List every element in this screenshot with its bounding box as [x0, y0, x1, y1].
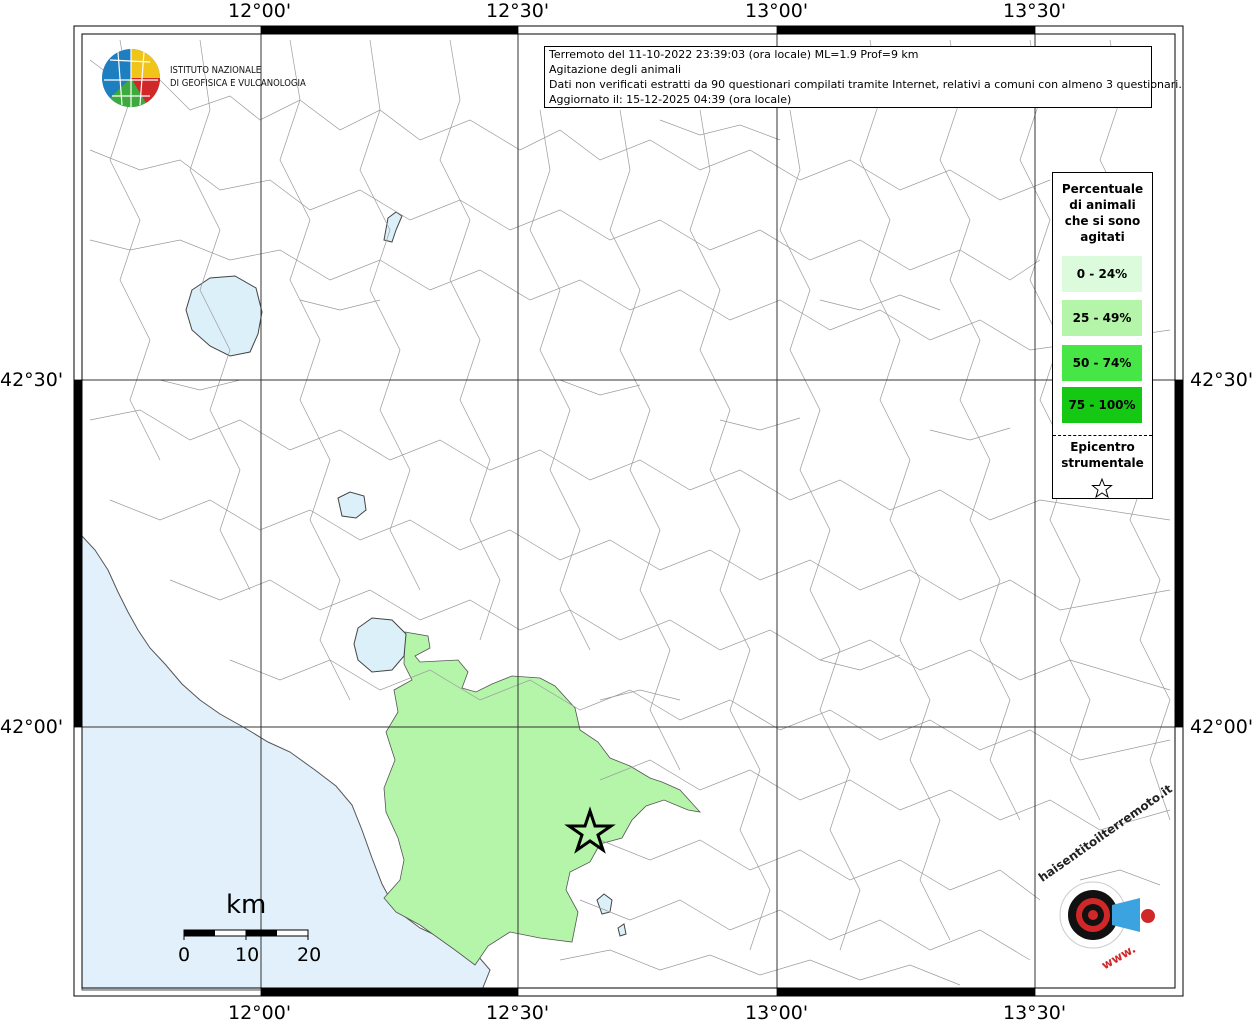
legend-title: Percentuale di animali che si sono agita…	[1061, 182, 1144, 244]
legend-class-3: 50 - 74%	[1062, 345, 1142, 381]
legend-class-1: 0 - 24%	[1062, 256, 1142, 292]
lon-label-bottom-1: 12°00'	[228, 1002, 292, 1024]
event-info-line2: Agitazione degli animali	[549, 63, 682, 76]
lat-label-right-1: 42°30'	[1190, 369, 1254, 391]
lon-label-top-1: 12°00'	[228, 0, 292, 22]
ingv-logo-line2: DI GEOFISICA E VULCANOLOGIA	[170, 78, 306, 89]
legend-class-4: 75 - 100%	[1062, 387, 1142, 423]
scale-unit: km	[226, 890, 267, 920]
scale-tick-10: 10	[235, 944, 260, 966]
legend-epicenter-label: Epicentro strumentale	[1061, 440, 1144, 470]
lon-label-top-3: 13°00'	[745, 0, 809, 22]
ingv-logo-text: ISTITUTO NAZIONALE DI GEOFISICA E VULCAN…	[170, 64, 306, 90]
scale-tick-0: 0	[178, 944, 191, 966]
lat-label-right-2: 42°00'	[1190, 716, 1254, 738]
legend-class-2: 25 - 49%	[1062, 300, 1142, 336]
lon-label-bottom-2: 12°30'	[486, 1002, 550, 1024]
map	[73, 25, 1184, 997]
lon-label-bottom-4: 13°30'	[1003, 1002, 1067, 1024]
event-info-line1: Terremoto del 11-10-2022 23:39:03 (ora l…	[549, 48, 919, 61]
legend-star-icon	[1091, 478, 1113, 498]
legend-separator	[1053, 435, 1152, 436]
scale-tick-20: 20	[297, 944, 322, 966]
event-info-line3: Dati non verificati estratti da 90 quest…	[549, 78, 1182, 91]
legend: Percentuale di animali che si sono agita…	[1052, 172, 1153, 499]
ingv-logo-line1: ISTITUTO NAZIONALE	[170, 65, 262, 76]
lat-label-left-1: 42°30'	[0, 369, 64, 391]
event-info-line4: Aggiornato il: 15-12-2025 04:39 (ora loc…	[549, 93, 792, 106]
lat-label-left-2: 42°00'	[0, 716, 64, 738]
lon-label-top-4: 13°30'	[1003, 0, 1067, 22]
event-info-box: Terremoto del 11-10-2022 23:39:03 (ora l…	[544, 46, 1182, 108]
ingv-globe-icon	[102, 49, 161, 108]
lon-label-bottom-3: 13°00'	[745, 1002, 809, 1024]
lon-label-top-2: 12°30'	[486, 0, 550, 22]
